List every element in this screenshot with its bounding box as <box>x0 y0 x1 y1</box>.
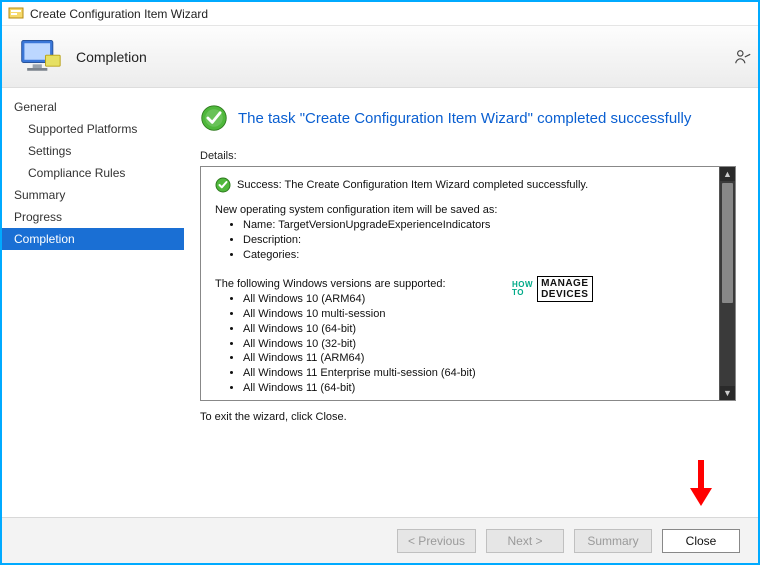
sidebar-item-completion[interactable]: Completion <box>2 228 184 250</box>
summary-button: Summary <box>574 529 652 553</box>
success-check-icon <box>200 104 228 132</box>
wizard-steps-sidebar: General Supported Platforms Settings Com… <box>2 90 184 515</box>
exit-hint: To exit the wizard, click Close. <box>200 411 736 423</box>
wizard-footer: < Previous Next > Summary Close <box>2 517 758 563</box>
supported-version-item: All Windows 10 (32-bit) <box>243 337 705 352</box>
monitor-icon <box>18 35 62 79</box>
sidebar-item-compliance-rules[interactable]: Compliance Rules <box>2 162 184 184</box>
sidebar-item-settings[interactable]: Settings <box>2 140 184 162</box>
content-area: General Supported Platforms Settings Com… <box>2 90 758 515</box>
scroll-up-icon[interactable]: ▲ <box>720 167 735 181</box>
success-line-text: Success: The Create Configuration Item W… <box>237 178 588 193</box>
scroll-thumb[interactable] <box>722 183 733 303</box>
success-check-icon <box>215 177 231 193</box>
wizard-app-icon <box>8 6 24 22</box>
sidebar-item-supported-platforms[interactable]: Supported Platforms <box>2 118 184 140</box>
details-content: Success: The Create Configuration Item W… <box>201 167 719 400</box>
saved-as-description: Description: <box>243 233 705 248</box>
supported-version-item: All Windows 10 multi-session <box>243 307 705 322</box>
supported-version-item: All Windows 10 (ARM64) <box>243 292 705 307</box>
sidebar-item-progress[interactable]: Progress <box>2 206 184 228</box>
user-overlay-icon <box>734 48 752 69</box>
supported-version-item: All Windows 11 (ARM64) <box>243 351 705 366</box>
window-title: Create Configuration Item Wizard <box>30 7 208 21</box>
sidebar-item-summary[interactable]: Summary <box>2 184 184 206</box>
completion-heading: The task "Create Configuration Item Wiza… <box>200 104 736 132</box>
close-button[interactable]: Close <box>662 529 740 553</box>
main-panel: The task "Create Configuration Item Wiza… <box>184 90 758 515</box>
banner: Completion <box>2 26 758 88</box>
next-button: Next > <box>486 529 564 553</box>
completion-heading-text: The task "Create Configuration Item Wiza… <box>238 110 691 127</box>
saved-as-categories: Categories: <box>243 248 705 263</box>
saved-as-header: New operating system configuration item … <box>215 203 705 218</box>
sidebar-item-general[interactable]: General <box>2 96 184 118</box>
previous-button: < Previous <box>397 529 476 553</box>
details-box: Success: The Create Configuration Item W… <box>200 166 736 401</box>
saved-as-name: Name: TargetVersionUpgradeExperienceIndi… <box>243 218 705 233</box>
supported-version-item: All Windows 11 (64-bit) <box>243 381 705 396</box>
supported-versions-header: The following Windows versions are suppo… <box>215 277 705 292</box>
titlebar: Create Configuration Item Wizard <box>2 2 758 26</box>
details-scrollbar[interactable]: ▲ ▼ <box>719 167 735 400</box>
supported-version-item: All Windows 11 Enterprise multi-session … <box>243 366 705 381</box>
supported-version-item: All Windows 10 (64-bit) <box>243 322 705 337</box>
details-label: Details: <box>200 150 736 162</box>
scroll-down-icon[interactable]: ▼ <box>720 386 735 400</box>
banner-title: Completion <box>76 49 147 65</box>
